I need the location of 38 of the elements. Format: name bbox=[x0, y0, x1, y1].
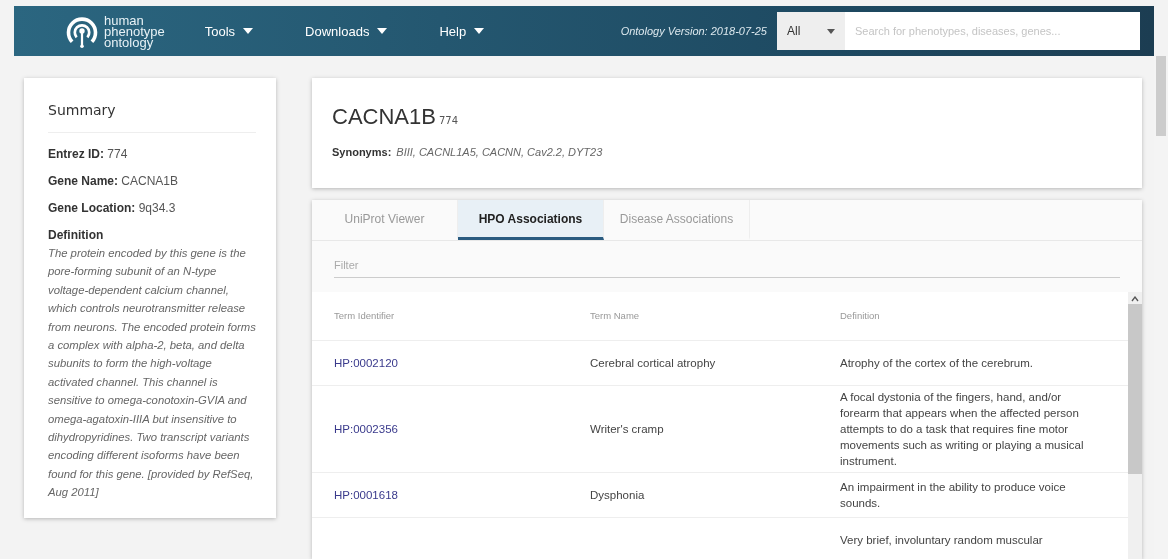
caret-icon bbox=[377, 28, 388, 34]
ontology-version: Ontology Version: 2018-07-25 bbox=[620, 25, 767, 37]
logo-text: human phenotype ontology bbox=[104, 14, 165, 48]
column-header: Term Name bbox=[589, 309, 641, 323]
caret-icon bbox=[827, 28, 835, 34]
gene-symbol: CACNA1B bbox=[332, 104, 436, 129]
definition-label: Definition bbox=[48, 228, 105, 242]
synonyms-label: Synonyms: bbox=[332, 146, 392, 158]
summary-field: Gene Name: CACNA1B bbox=[48, 174, 256, 188]
term-name-cell: Dysphonia bbox=[590, 489, 645, 501]
tab[interactable]: HPO Associations bbox=[458, 200, 604, 240]
nav-menu[interactable]: Tools bbox=[204, 23, 254, 39]
column-header: Term Identifier bbox=[333, 309, 396, 323]
summary-title: Summary bbox=[48, 102, 256, 133]
summary-field: Gene Location: 9q34.3 bbox=[48, 201, 256, 215]
category-dropdown[interactable]: All bbox=[777, 12, 845, 50]
column-header: Definition bbox=[839, 309, 881, 323]
term-name-cell: Writer's cramp bbox=[590, 423, 664, 435]
filter-field[interactable]: Filter bbox=[334, 253, 1120, 278]
search-field[interactable]: Search for phenotypes, diseases, genes... bbox=[845, 12, 1140, 50]
definition-cell: Very brief, involuntary random muscular bbox=[840, 534, 1043, 546]
gene-id: 774 bbox=[438, 115, 458, 126]
caret-icon bbox=[243, 28, 254, 34]
scroll-up-icon bbox=[1131, 296, 1139, 302]
caret-icon bbox=[474, 28, 485, 34]
nav-menu[interactable]: Help bbox=[439, 23, 485, 39]
term-id-link[interactable]: HP:0002356 bbox=[334, 423, 398, 435]
definition-cell: A focal dystonia of the fingers, hand, and/or forearm that appears when the affected person attempts to do a task that requires fine motor movements such as writing or playing a musical instrument. bbox=[840, 391, 1084, 467]
definition-text: The protein encoded by this gene is the pore-forming subunit of an N-type voltage-dependent calcium channel, which controls neurotransmitter release from neurons. The encoded protein forms a complex with alpha-2, beta, and delta subunits to form the high-voltage activated channel. This channel is sensitive to omega-conotoxin-GVIA and omega-agatoxin-IIIA but insensitive to dihydropyridines. Two transcript variants encoding different isoforms have been found for this gene. [provided by RefSeq, Aug 2011] bbox=[48, 246, 256, 501]
scrollbar[interactable] bbox=[1128, 292, 1142, 559]
term-name-cell: Cerebral cortical atrophy bbox=[590, 357, 716, 369]
definition-cell: Atrophy of the cortex of the cerebrum. bbox=[840, 357, 1034, 369]
term-id-link[interactable]: HP:0001618 bbox=[334, 489, 398, 501]
summary-field: Entrez ID: 774 bbox=[48, 147, 256, 161]
term-id-link[interactable]: HP:0002120 bbox=[334, 357, 398, 369]
synonyms-text: BIII, CACNL1A5, CACNN, Cav2.2, DYT23 bbox=[396, 146, 603, 158]
definition-cell: An impairment in the ability to produce voice sounds. bbox=[840, 481, 1066, 509]
nav-menu[interactable]: Downloads bbox=[305, 23, 388, 39]
